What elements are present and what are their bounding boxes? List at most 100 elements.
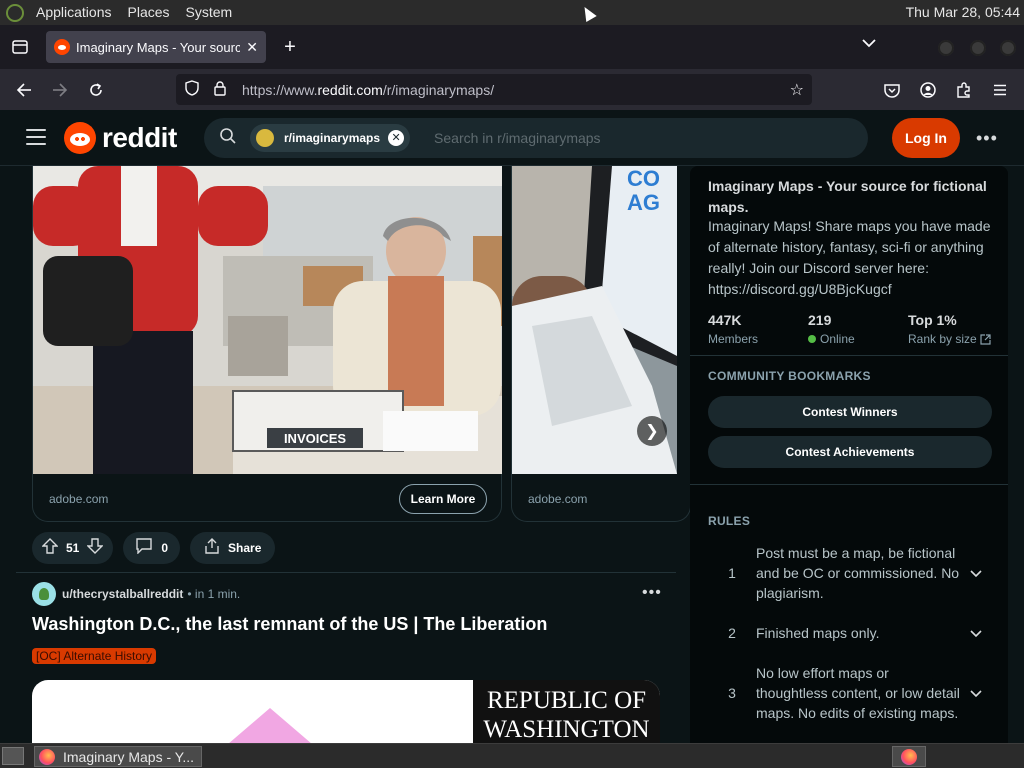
url-bar[interactable]: https://www.reddit.com/r/imaginarymaps/ … [176, 74, 812, 105]
ad-image[interactable]: INVOICES [33, 166, 502, 474]
clock[interactable]: Thu Mar 28, 05:44 [906, 0, 1020, 25]
rule-number: 2 [728, 625, 736, 641]
hamburger-menu-icon [994, 84, 1006, 96]
post-image[interactable]: REPUBLIC OF WASHINGTON [32, 680, 660, 743]
share-button[interactable]: Share [190, 532, 276, 564]
subreddit-search-chip[interactable]: r/imaginarymaps ✕ [250, 124, 411, 152]
post-overflow-menu-icon[interactable]: ••• [642, 584, 662, 602]
svg-text:AG: AG [627, 190, 660, 215]
reddit-logo[interactable]: reddit [64, 122, 177, 154]
extensions-button[interactable] [951, 77, 977, 103]
remove-chip-icon[interactable]: ✕ [388, 130, 405, 146]
tracking-shield-icon[interactable] [180, 80, 204, 99]
search-icon [220, 127, 240, 149]
rank-value: Top 1% [908, 312, 957, 328]
close-window-button[interactable] [1000, 40, 1016, 56]
post-author[interactable]: u/thecrystalballreddit [62, 587, 183, 601]
pocket-button[interactable] [879, 77, 905, 103]
online-dot-icon [808, 335, 816, 343]
online-label-row: Online [808, 332, 908, 346]
minimize-window-button[interactable] [938, 40, 954, 56]
snoo-icon [64, 122, 96, 154]
show-desktop-button[interactable] [2, 747, 24, 765]
rule-text: No low effort maps or thoughtless conten… [756, 665, 960, 721]
chevron-down-icon[interactable] [960, 686, 992, 701]
bookmark-contest-achievements[interactable]: Contest Achievements [708, 436, 992, 468]
tab-title: Imaginary Maps - Your sourc [76, 39, 241, 55]
back-button[interactable] [11, 77, 37, 103]
bookmark-contest-winners[interactable]: Contest Winners [708, 396, 992, 428]
rule-item-2[interactable]: 2 Finished maps only. [708, 623, 998, 643]
post-title[interactable]: Washington D.C., the last remnant of the… [32, 614, 547, 635]
tab-strip: Imaginary Maps - Your sourc ✕ + [0, 25, 1024, 69]
share-label: Share [228, 541, 262, 555]
firefox-view-button[interactable] [3, 30, 37, 64]
maximize-window-button[interactable] [970, 40, 986, 56]
navigation-toolbar: https://www.reddit.com/r/imaginarymaps/ … [0, 69, 1024, 110]
map-shape [228, 708, 312, 743]
system-menu[interactable]: System [178, 0, 241, 25]
top-panel: Applications Places System Thu Mar 28, 0… [0, 0, 1024, 25]
ad-card-2[interactable]: CO AG adobe.com [511, 166, 690, 522]
ad-domain-2[interactable]: adobe.com [528, 492, 587, 506]
puzzle-icon [957, 82, 970, 98]
avatar[interactable] [32, 582, 56, 606]
rule-number: 1 [728, 565, 736, 581]
app-menu-button[interactable] [987, 77, 1013, 103]
feed: INVOICES adobe.com Learn More CO AG adob… [0, 166, 690, 743]
forward-arrow-icon [53, 83, 68, 97]
list-all-tabs-icon[interactable] [862, 35, 876, 51]
sidebar-divider [690, 484, 1008, 485]
account-icon [920, 82, 936, 98]
places-menu[interactable]: Places [120, 0, 178, 25]
post-flair[interactable]: [OC] Alternate History [32, 648, 157, 664]
url-prefix: https://www. [242, 81, 318, 98]
upvote-icon[interactable] [41, 537, 59, 559]
login-button[interactable]: Log In [892, 118, 960, 158]
reload-button[interactable] [83, 77, 109, 103]
learn-more-button[interactable]: Learn More [399, 484, 487, 514]
rules-heading: RULES [708, 514, 751, 528]
chevron-down-icon[interactable] [960, 566, 992, 581]
downvote-icon[interactable] [86, 537, 105, 559]
close-tab-icon[interactable]: ✕ [246, 39, 258, 56]
new-tab-button[interactable]: + [278, 33, 302, 61]
community-description: Imaginary Maps! Share maps you have made… [708, 218, 991, 297]
url-text[interactable]: https://www.reddit.com/r/imaginarymaps/ [242, 82, 790, 98]
vote-pill: 51 [32, 532, 114, 564]
reddit-menu-icon[interactable] [26, 129, 46, 145]
lock-icon[interactable] [208, 80, 232, 99]
reddit-favicon-icon [54, 39, 70, 55]
post-image-text-2: WASHINGTON [483, 716, 650, 743]
post-divider [16, 572, 676, 573]
rule-item-1[interactable]: 1 Post must be a map, be fictional and b… [708, 543, 998, 603]
ad-card[interactable]: INVOICES adobe.com Learn More [32, 166, 502, 522]
carousel-next-icon[interactable]: ❯ [637, 416, 667, 446]
comments-button[interactable]: 0 [123, 532, 181, 564]
post-action-bar: 51 0 Share [32, 532, 276, 564]
search-input[interactable]: Search in r/imaginarymaps [434, 130, 601, 146]
account-button[interactable] [915, 77, 941, 103]
gnome-foot-icon[interactable] [6, 3, 24, 22]
more-options-icon[interactable]: ••• [976, 128, 998, 149]
post-time: • in 1 min. [187, 587, 241, 601]
rule-item-3[interactable]: 3 No low effort maps or thoughtless cont… [708, 663, 998, 723]
members-label: Members [708, 332, 759, 346]
post-image-banner: REPUBLIC OF WASHINGTON [473, 680, 660, 743]
share-icon [204, 537, 220, 559]
tab-imaginary-maps[interactable]: Imaginary Maps - Your sourc ✕ [46, 31, 266, 63]
ad-domain[interactable]: adobe.com [49, 492, 108, 506]
applications-menu[interactable]: Applications [28, 0, 120, 25]
tray-firefox-launcher[interactable] [892, 746, 926, 767]
chevron-down-icon[interactable] [960, 626, 992, 641]
forward-button[interactable] [47, 77, 73, 103]
url-domain: reddit.com [317, 81, 383, 98]
reddit-header: reddit r/imaginarymaps ✕ Search in r/ima… [0, 110, 1024, 166]
bookmark-star-icon[interactable]: ☆ [790, 80, 804, 100]
rank-stat[interactable]: Top 1% Rank by size [908, 312, 991, 346]
pocket-icon [884, 83, 900, 98]
rank-label-row: Rank by size [908, 332, 991, 346]
taskbar-window-label: Imaginary Maps - Y... [63, 748, 194, 765]
search-bar[interactable]: r/imaginarymaps ✕ Search in r/imaginarym… [204, 118, 868, 158]
taskbar-window-firefox[interactable]: Imaginary Maps - Y... [34, 746, 202, 767]
